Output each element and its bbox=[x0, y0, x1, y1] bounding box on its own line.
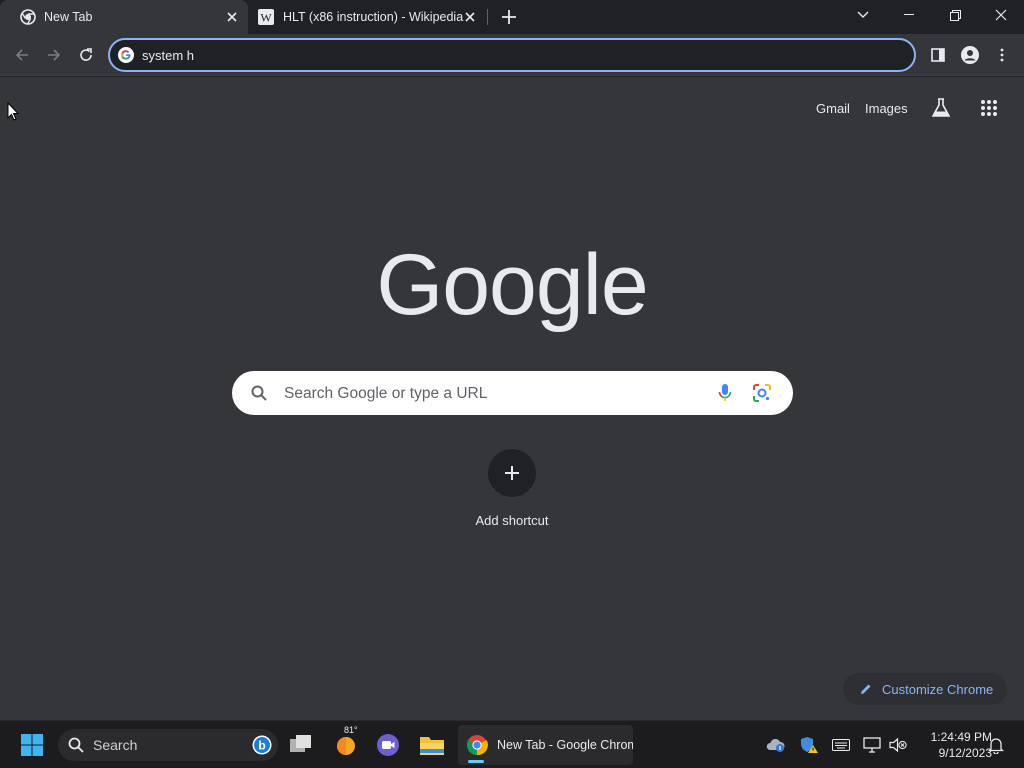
weather-widget[interactable]: 81° bbox=[330, 725, 362, 761]
restore-button[interactable] bbox=[932, 0, 978, 30]
profile-icon bbox=[961, 46, 979, 64]
search-icon bbox=[251, 385, 267, 406]
taskbar-search[interactable]: Search b bbox=[58, 729, 278, 761]
close-icon bbox=[995, 9, 1007, 21]
profile-button[interactable] bbox=[957, 42, 983, 68]
bing-icon: b bbox=[252, 735, 272, 755]
tab-wikipedia[interactable]: W HLT (x86 instruction) - Wikipedia bbox=[248, 0, 488, 34]
tab-strip: New Tab W HLT (x86 instruction) - Wikipe… bbox=[0, 0, 1024, 34]
add-shortcut-button[interactable] bbox=[488, 449, 536, 497]
menu-button[interactable] bbox=[989, 42, 1015, 68]
minimize-button[interactable] bbox=[886, 0, 932, 30]
display-icon[interactable] bbox=[862, 735, 882, 755]
close-window-button[interactable] bbox=[978, 0, 1024, 30]
images-link[interactable]: Images bbox=[865, 101, 908, 116]
back-button[interactable] bbox=[9, 42, 35, 68]
task-view-icon bbox=[290, 735, 311, 752]
google-g-icon bbox=[118, 47, 134, 63]
windows-logo-icon bbox=[21, 734, 43, 756]
svg-text:b: b bbox=[258, 739, 265, 753]
notification-bell-icon[interactable] bbox=[986, 735, 1006, 755]
google-logo: Google bbox=[376, 237, 648, 333]
plus-icon bbox=[505, 466, 519, 480]
tab-new-tab[interactable]: New Tab bbox=[0, 0, 248, 34]
restore-icon bbox=[949, 9, 961, 21]
reload-icon bbox=[80, 48, 92, 61]
mouse-pointer-icon bbox=[7, 101, 20, 127]
close-icon[interactable] bbox=[462, 9, 478, 25]
tab-title: New Tab bbox=[44, 10, 93, 24]
apps-grid-icon bbox=[981, 100, 997, 116]
chrome-icon bbox=[466, 734, 488, 756]
microphone-icon[interactable] bbox=[718, 383, 732, 408]
pencil-icon bbox=[859, 682, 873, 696]
wikipedia-icon: W bbox=[258, 9, 274, 25]
new-tab-button[interactable] bbox=[499, 7, 519, 27]
reload-button[interactable] bbox=[73, 42, 99, 68]
folder-icon bbox=[420, 737, 444, 755]
close-icon[interactable] bbox=[224, 9, 240, 25]
labs-button[interactable] bbox=[930, 97, 954, 121]
arrow-right-icon bbox=[48, 49, 61, 61]
teams-chat-button[interactable] bbox=[372, 729, 404, 761]
task-view-button[interactable] bbox=[285, 729, 317, 761]
security-warning-icon[interactable] bbox=[799, 735, 819, 755]
svg-text:W: W bbox=[260, 11, 272, 25]
flask-icon bbox=[931, 98, 951, 117]
weather-temp: 81° bbox=[344, 725, 358, 735]
video-chat-icon bbox=[377, 734, 399, 756]
onedrive-icon[interactable] bbox=[766, 735, 786, 755]
file-explorer-button[interactable] bbox=[416, 729, 448, 761]
add-shortcut-label: Add shortcut bbox=[475, 513, 549, 528]
active-indicator bbox=[468, 760, 484, 763]
address-input[interactable] bbox=[142, 45, 882, 65]
search-icon bbox=[68, 737, 84, 753]
taskbar-chrome-label: New Tab - Google Chrome bbox=[497, 738, 633, 752]
plus-icon bbox=[502, 10, 516, 24]
browser-toolbar bbox=[0, 34, 1024, 76]
chrome-icon bbox=[20, 9, 36, 25]
apps-button[interactable] bbox=[980, 99, 1000, 119]
customize-chrome-button[interactable]: Customize Chrome bbox=[843, 673, 1007, 705]
google-lens-icon[interactable] bbox=[752, 383, 772, 408]
start-button[interactable] bbox=[16, 729, 48, 761]
keyboard-icon[interactable] bbox=[831, 735, 851, 755]
arrow-left-icon bbox=[15, 49, 28, 61]
tab-search-button[interactable] bbox=[840, 0, 886, 30]
sun-icon bbox=[337, 737, 355, 755]
tab-title: HLT (x86 instruction) - Wikipedia bbox=[283, 10, 464, 24]
side-panel-button[interactable] bbox=[925, 42, 951, 68]
taskbar-chrome-window[interactable]: New Tab - Google Chrome bbox=[458, 725, 633, 765]
chevron-down-icon bbox=[857, 11, 869, 18]
volume-muted-icon[interactable] bbox=[888, 735, 908, 755]
new-tab-page: Gmail Images Google Search Google or typ… bbox=[0, 77, 1024, 720]
minimize-icon bbox=[904, 14, 914, 15]
search-placeholder: Search Google or type a URL bbox=[284, 385, 488, 402]
more-vert-icon bbox=[1000, 48, 1004, 62]
address-bar[interactable] bbox=[108, 38, 916, 72]
customize-chrome-label: Customize Chrome bbox=[882, 681, 994, 697]
tab-separator bbox=[487, 9, 488, 25]
clock-time: 1:24:49 PM bbox=[930, 730, 992, 744]
taskbar: Search b 81° New Tab - Google Chrome 1:2… bbox=[0, 720, 1024, 768]
forward-button[interactable] bbox=[41, 42, 67, 68]
gmail-link[interactable]: Gmail bbox=[816, 101, 850, 116]
system-clock[interactable]: 1:24:49 PM 9/12/2023 bbox=[910, 729, 992, 761]
taskbar-search-label: Search bbox=[93, 737, 138, 753]
search-box[interactable]: Search Google or type a URL bbox=[232, 371, 793, 415]
clock-date: 9/12/2023 bbox=[938, 746, 992, 760]
side-panel-icon bbox=[931, 48, 945, 62]
